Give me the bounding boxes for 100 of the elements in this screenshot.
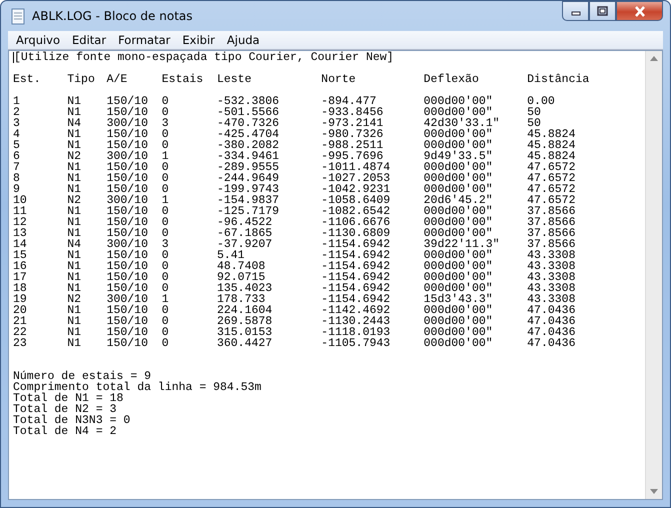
table-cell: 11 (13, 205, 27, 218)
table-cell: 000d00'00" (424, 139, 493, 152)
table-cell: 135.4023 (216, 282, 272, 295)
table-cell: 000d00'00" (424, 183, 493, 196)
table-cell: 47.6572 (527, 172, 576, 185)
table-cell: 1 (162, 293, 169, 306)
table-cell: 0 (162, 249, 169, 262)
table-cell: -1118.0193 (321, 326, 390, 339)
table-cell: 45.8824 (527, 128, 576, 141)
table-cell: 1 (162, 150, 169, 163)
table-cell: 10 (13, 194, 27, 207)
table-cell: N1 (67, 260, 82, 273)
table-cell: N1 (67, 172, 82, 185)
table-cell: 7 (13, 161, 20, 174)
table-cell: 43.3308 (527, 271, 576, 284)
table-cell: -1154.6942 (321, 260, 390, 273)
table-cell: -894.477 (321, 95, 376, 108)
table-cell: 4 (13, 128, 20, 141)
column-header: Tipo (67, 73, 95, 86)
table-cell: 150/10 (106, 315, 148, 328)
column-header: A/E (106, 73, 128, 86)
table-cell: 000d00'00" (424, 205, 493, 218)
table-cell: 150/10 (106, 282, 148, 295)
note-text: [Utilize fonte mono-espaçada tipo Courier, Courier New] (14, 52, 394, 63)
table-cell: -470.7326 (216, 117, 280, 130)
menu-item[interactable]: Ajuda (220, 30, 266, 50)
table-cell: 0 (162, 282, 169, 295)
maximize-icon (597, 6, 608, 16)
window-title: ABLK.LOG - Bloco de notas (32, 8, 193, 25)
table-cell: N1 (67, 106, 82, 119)
table-cell: 000d00'00" (424, 326, 493, 339)
table-cell: 50 (527, 117, 541, 130)
table-cell: -334.9461 (216, 150, 280, 163)
table-cell: 150/10 (106, 260, 148, 273)
table-cell: N1 (67, 128, 82, 141)
table-cell: 150/10 (106, 139, 148, 152)
table-cell: 43.3308 (527, 282, 576, 295)
scroll-up-icon[interactable] (650, 56, 658, 61)
table-cell: 18 (13, 282, 27, 295)
maximize-button[interactable] (589, 1, 616, 21)
table-cell: -1042.9231 (321, 183, 390, 196)
table-cell: 150/10 (106, 337, 148, 350)
table-cell: 16 (13, 260, 27, 273)
table-cell: 150/10 (106, 95, 148, 108)
table-cell: 37.8566 (527, 216, 576, 229)
table-cell: 22 (13, 326, 27, 339)
table-cell: 39d22'11.3" (424, 238, 500, 251)
close-icon (634, 6, 646, 16)
table-cell: N2 (67, 150, 82, 163)
menu-item[interactable]: Formatar (112, 30, 176, 50)
table-cell: 37.8566 (527, 227, 576, 240)
table-cell: -199.9743 (216, 183, 280, 196)
table-cell: 150/10 (106, 161, 148, 174)
scroll-down-icon[interactable] (650, 489, 658, 494)
table-cell: 000d00'00" (424, 260, 493, 273)
table-cell: -154.9837 (216, 194, 280, 207)
table-cell: 5 (13, 139, 20, 152)
table-cell: N4 (67, 117, 82, 130)
menu-item[interactable]: Exibir (176, 30, 221, 50)
table-cell: 92.0715 (216, 271, 266, 284)
table-cell: N1 (67, 326, 82, 339)
table-cell: 150/10 (106, 106, 148, 119)
notepad-icon (10, 8, 26, 24)
text-cursor (13, 52, 14, 63)
table-cell: -1106.6676 (321, 216, 390, 229)
table-cell: -125.7179 (216, 205, 280, 218)
table-cell: 14 (13, 238, 27, 251)
table-cell: 19 (13, 293, 27, 306)
table-cell: 15 (13, 249, 27, 262)
table-cell: -1105.7943 (321, 337, 390, 350)
table-cell: 0 (162, 183, 169, 196)
table-cell: 2 (13, 106, 20, 119)
table-cell: 300/10 (106, 194, 148, 207)
table-cell: 3 (162, 117, 169, 130)
table-cell: 000d00'00" (424, 227, 493, 240)
table-cell: N1 (67, 139, 82, 152)
menu-item[interactable]: Editar (66, 30, 112, 50)
close-button[interactable] (616, 1, 663, 21)
table-cell: -1154.6942 (321, 238, 390, 251)
table-cell: 150/10 (106, 271, 148, 284)
minimize-button[interactable] (562, 1, 589, 21)
table-cell: 000d00'00" (424, 106, 493, 119)
table-cell: 150/10 (106, 128, 148, 141)
table-cell: 6 (13, 150, 20, 163)
table-cell: 300/10 (106, 150, 148, 163)
table-cell: 47.0436 (527, 326, 576, 339)
table-cell: 50 (527, 106, 541, 119)
menu-item[interactable]: Arquivo (10, 30, 66, 50)
table-cell: 37.8566 (527, 238, 576, 251)
table-cell: -425.4704 (216, 128, 280, 141)
table-cell: 1 (162, 194, 169, 207)
table-cell: -995.7696 (321, 150, 384, 163)
table-cell: 0 (162, 172, 169, 185)
table-cell: 0 (162, 205, 169, 218)
table-cell: -973.2141 (321, 117, 384, 130)
table-cell: -67.1865 (216, 227, 272, 240)
table-cell: 0 (162, 315, 169, 328)
table-cell: 3 (162, 238, 169, 251)
table-cell: 21 (13, 315, 27, 328)
table-cell: N1 (67, 315, 82, 328)
